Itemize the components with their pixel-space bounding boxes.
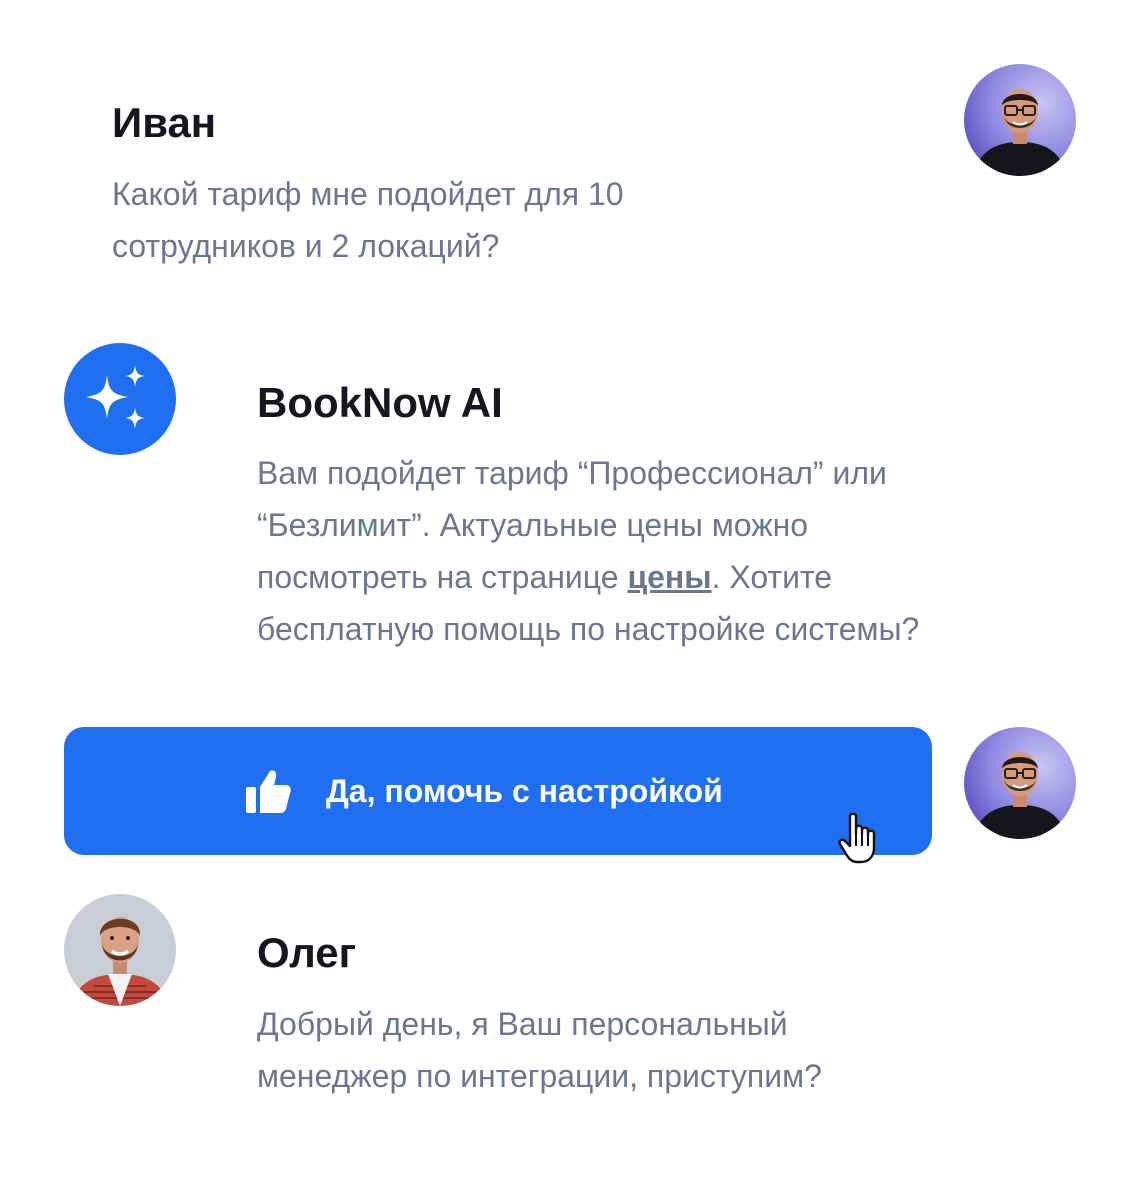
message-ai: Вам подойдет тариф “Профессионал” или “Б… [257,447,919,655]
message-oleg: Добрый день, я Ваш персональный менеджер… [257,998,822,1102]
message-text: посмотреть на странице [257,559,628,595]
message-text: . Хотите [711,559,833,595]
chat-page: Иван Какой тариф мне подойдет для 10 сот… [0,0,1140,1198]
button-content: Да, помочь с настройкой [244,727,723,855]
message-line: менеджер по интеграции, приступим? [257,1058,822,1094]
message-line: бесплатную помощь по настройке системы? [257,611,920,647]
message-line: Добрый день, я Ваш персональный [257,1006,788,1042]
sender-name-ivan: Иван [112,99,217,146]
ai-avatar [64,343,176,455]
message-line: “Безлимит”. Актуальные цены можно [257,507,809,543]
avatar-oleg [64,894,176,1006]
message-line: посмотреть на странице цены. Хотите [257,551,919,603]
avatar-ivan-reply [964,727,1076,839]
sender-name-ai: BookNow AI [257,379,503,426]
avatar-ivan-image [964,64,1076,176]
sparkles-icon [86,365,145,429]
avatar-oleg-image [64,894,176,1006]
thumbs-up-icon [246,770,291,813]
pricing-link[interactable]: цены [627,559,711,595]
message-line: сотрудников и 2 локаций? [112,228,500,264]
message-line: Вам подойдет тариф “Профессионал” или [257,455,887,491]
message-ivan: Какой тариф мне подойдет для 10 сотрудни… [112,168,624,272]
hand-cursor-icon [838,812,876,864]
sender-name-oleg: Олег [257,929,357,976]
accept-setup-help-button[interactable]: Да, помочь с настройкой [64,727,932,855]
avatar-ivan [964,64,1076,176]
avatar-ivan-image [964,727,1076,839]
message-line: Какой тариф мне подойдет для 10 [112,176,624,212]
button-label: Да, помочь с настройкой [326,772,723,809]
